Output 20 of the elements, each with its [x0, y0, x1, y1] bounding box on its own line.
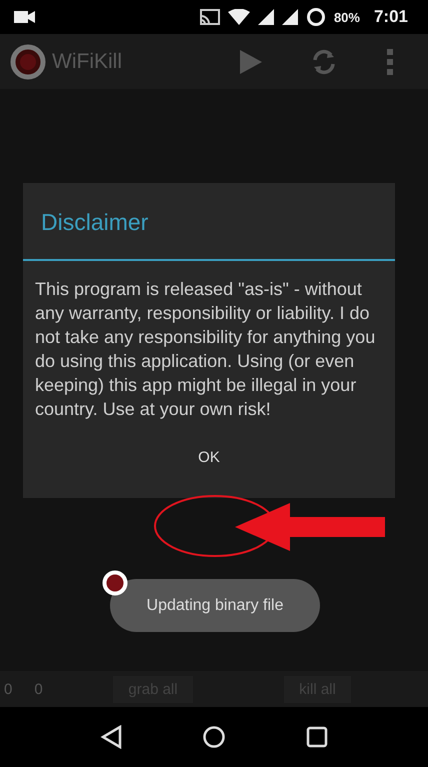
app-logo-icon — [102, 570, 128, 596]
ok-button[interactable]: OK — [178, 439, 240, 476]
toast-message: Updating binary file — [110, 579, 320, 632]
signal-icon — [282, 9, 298, 25]
app-logo-icon — [10, 44, 46, 80]
count-label: 0 — [4, 680, 12, 698]
battery-percent: 80% — [334, 10, 360, 24]
app-title: WiFiKill — [52, 50, 122, 74]
dialog-title: Disclaimer — [40, 208, 150, 237]
wifi-icon — [228, 9, 250, 25]
dialog-message: This program is released "as-is" - without any warranty, responsibility or liability. I do not take any responsibility for anything you do using this application. Using (or even keeping) this app might be illegal in your country. Use at your own risk! — [34, 278, 376, 421]
count-label: 0 — [34, 680, 43, 698]
back-icon[interactable] — [100, 725, 122, 749]
cast-icon — [200, 9, 220, 25]
clock: 7:01 — [374, 7, 408, 27]
battery-ring-icon — [306, 7, 326, 27]
recents-icon[interactable] — [306, 726, 328, 748]
signal-icon — [258, 9, 274, 25]
home-icon[interactable] — [202, 725, 226, 749]
video-camera-icon — [14, 10, 36, 24]
